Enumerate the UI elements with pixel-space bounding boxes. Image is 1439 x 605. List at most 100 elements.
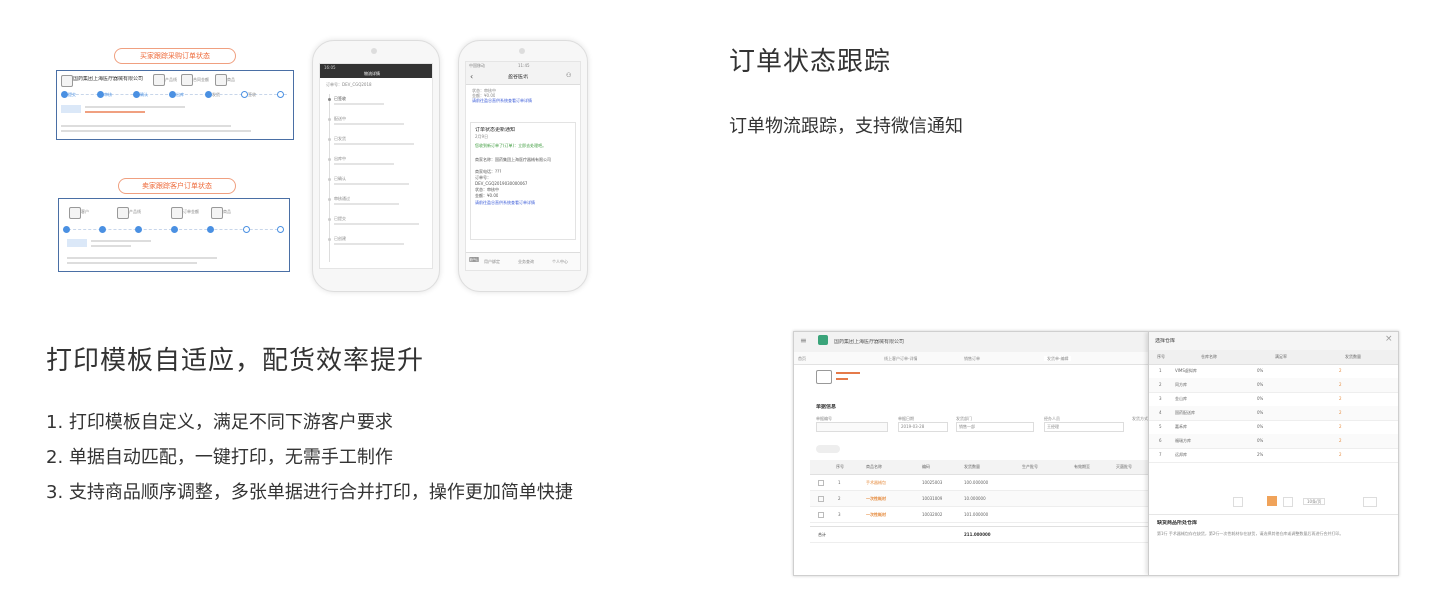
- page-size-select[interactable]: 10条/页: [1303, 498, 1326, 505]
- table-row[interactable]: 3 一次性耗材 10032002 101.000000: [810, 507, 1148, 523]
- wechat-screen: 中国移动 11:45 ‹ 盈谷医讯 ⚇ 状态：审核中 金额：¥0.00 请前往盈…: [465, 61, 581, 271]
- timeline-event: 已发货: [334, 136, 346, 141]
- timeline-dot: [328, 158, 331, 161]
- handler-select[interactable]: 王经理: [1044, 422, 1124, 432]
- table-row[interactable]: 1 手术器械包 10025003 100.000000: [810, 475, 1148, 491]
- dialog-table-header: 序号 仓库名称 满足率 发货数量: [1149, 350, 1398, 365]
- menu-icon[interactable]: ≡: [800, 336, 807, 345]
- close-icon[interactable]: ×: [1385, 334, 1393, 344]
- total-label: 合计: [818, 532, 826, 537]
- tab-order-detail[interactable]: 线上客户订单-详情: [884, 356, 917, 361]
- detail-line: [91, 240, 151, 242]
- goods-name-link[interactable]: 一次性耗材: [866, 491, 916, 506]
- back-icon[interactable]: ‹: [470, 72, 473, 81]
- row-checkbox[interactable]: [818, 496, 824, 502]
- goods-name-link[interactable]: 一次性耗材: [866, 507, 916, 522]
- dialog-header-cell: 满足率: [1275, 354, 1287, 359]
- seller-label-1: 产品线: [129, 209, 141, 214]
- shortage-note-text: 第1行 手术器械包存在缺货，第2行一次性耗材存在缺货，请选择其他仓库或调整数量后…: [1157, 531, 1344, 536]
- warehouse-row[interactable]: 6 福瑞方库 0% 2: [1149, 434, 1398, 449]
- step-dot: [61, 91, 68, 98]
- ship-count: 2: [1339, 382, 1342, 387]
- buyer-tracking-pill: 买家跟踪采购订单状态: [114, 48, 236, 64]
- phone-camera: [371, 48, 377, 54]
- detail-line: [61, 125, 231, 127]
- step-dot: [171, 226, 178, 233]
- warehouse-row[interactable]: 3 金山库 0% 2: [1149, 392, 1398, 407]
- goods-icon: [215, 74, 227, 86]
- nav-home[interactable]: 首页: [798, 356, 806, 361]
- warehouse-name: 嘉禾库: [1175, 424, 1187, 429]
- goods-table: 序号 商品名称 编码 发货数量 生产批号 有效期至 灭菌批号 1 手术器械包 1…: [810, 460, 1148, 550]
- warehouse-icon: [816, 370, 832, 384]
- table-row[interactable]: 2 一次性耗材 10031009 10.000000: [810, 491, 1148, 507]
- warehouse-name: 远邦库: [1175, 452, 1187, 457]
- next-page-button[interactable]: [1283, 497, 1293, 507]
- goods-name-link[interactable]: 手术器械包: [866, 475, 916, 490]
- detail-line: [85, 111, 145, 113]
- step-dot: [205, 91, 212, 98]
- app-tab-bar: 首页 线上客户订单-详情 销售订单 发货单-编辑: [794, 352, 1148, 365]
- app-company-name: 国药集团上海医疗器械有限公司: [834, 339, 905, 345]
- fill-rate: 0%: [1257, 382, 1264, 387]
- menu-tab[interactable]: 业务查询: [518, 259, 534, 264]
- amount-icon: [181, 74, 193, 86]
- step-label: 签收: [248, 92, 256, 97]
- divider: [1149, 514, 1398, 515]
- warehouse-row[interactable]: 2 同方库 0% 2: [1149, 378, 1398, 393]
- row-checkbox[interactable]: [818, 512, 824, 518]
- carrier-text: 中国移动: [469, 63, 485, 68]
- form-label: 发货部门: [956, 416, 972, 421]
- doc-date-field[interactable]: 2019-03-28: [898, 422, 948, 432]
- fill-rate: 0%: [1257, 424, 1264, 429]
- warehouse-row[interactable]: 5 嘉禾库 0% 2: [1149, 420, 1398, 435]
- customer-icon: [69, 207, 81, 219]
- ship-count: 2: [1339, 410, 1342, 415]
- tab-delivery-edit[interactable]: 发货单-编辑: [1044, 356, 1072, 361]
- add-row-button[interactable]: [816, 445, 840, 453]
- timeline-dot: [328, 198, 331, 201]
- seller-tracking-pill: 卖家跟踪客户订单状态: [118, 178, 236, 194]
- warehouse-name: 金山库: [1175, 396, 1187, 401]
- tab-sales-order[interactable]: 销售订单: [964, 356, 980, 361]
- row-checkbox[interactable]: [818, 480, 824, 486]
- department-select[interactable]: 销售一部: [956, 422, 1034, 432]
- wechat-menu-bar: ⌨ 用户绑定 业务查询 个人中心: [466, 252, 580, 270]
- menu-tab[interactable]: 个人中心: [552, 259, 568, 264]
- notification-highlight: 您收到新订单了(订单)：立即去处理吧。: [475, 143, 547, 148]
- timeline-event: 已确认: [334, 176, 346, 181]
- warehouse-name: 福瑞方库: [1175, 438, 1191, 443]
- notification-order-label: 订单号：: [475, 175, 491, 180]
- order-tracking-illustration: 买家跟踪采购订单状态 国药集团上海医疗器械有限公司 产品线 合同金额 商品 提交…: [50, 38, 598, 292]
- warehouse-row[interactable]: 4 国药配送库 0% 2: [1149, 406, 1398, 421]
- ship-count: 2: [1339, 396, 1342, 401]
- tracking-section-subtitle: 订单物流跟踪，支持微信通知: [729, 116, 963, 137]
- notification-amount: 金额：¥0.00: [475, 193, 499, 198]
- product-line-icon: [117, 207, 129, 219]
- seller-label-2: 订单金额: [183, 209, 199, 214]
- warehouse-row[interactable]: 7 远邦库 2% 2: [1149, 448, 1398, 463]
- prev-page-button[interactable]: [1233, 497, 1243, 507]
- logistics-header-title: 物流详情: [364, 71, 380, 76]
- step-label: 发货: [212, 92, 220, 97]
- prev-detail-link[interactable]: 请前往盈谷直供系统查看订单详情: [472, 98, 572, 103]
- warehouse-row[interactable]: 1 VIMS虚拟库 0% 2: [1149, 364, 1398, 379]
- notification-merchant: 商家名称：国药集团上海医疗器械有限公司: [475, 157, 551, 162]
- timeline-event: 审核通过: [334, 196, 350, 201]
- page-jump-input[interactable]: [1363, 497, 1377, 507]
- doc-number-field[interactable]: [816, 422, 888, 432]
- step-dot: [99, 226, 106, 233]
- current-page-button[interactable]: [1267, 496, 1277, 506]
- profile-icon[interactable]: ⚇: [566, 72, 571, 79]
- timeline-detail: [334, 143, 414, 145]
- detail-line: [67, 257, 217, 259]
- ship-count: 2: [1339, 452, 1342, 457]
- ship-count: 2: [1339, 368, 1342, 373]
- detail-line: [67, 262, 197, 264]
- keyboard-icon[interactable]: ⌨: [469, 256, 479, 264]
- notification-detail-link[interactable]: 请前往盈谷直供系统查看订单详情: [475, 200, 571, 210]
- ship-count: 2: [1339, 438, 1342, 443]
- menu-tab[interactable]: 用户绑定: [484, 259, 500, 264]
- table-header-cell: 序号: [836, 464, 844, 469]
- logistics-screen: 16:05 物流详情 订单号：DEV_CGQ2018 已签收 配送中 已发货 出…: [319, 63, 433, 269]
